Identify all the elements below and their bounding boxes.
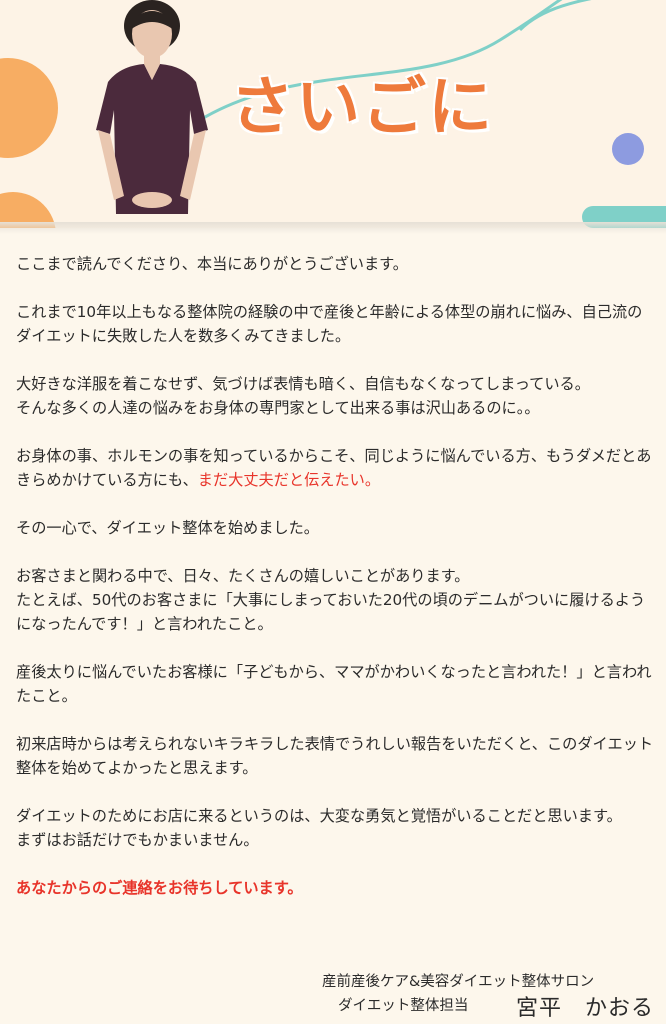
staff-name: 宮平 かおる: [516, 996, 655, 1021]
blue-circle-decoration: [612, 133, 644, 165]
paragraph: 大好きな洋服を着こなせず、気づけば表情も暗く、自信もなくなってしまっている。 そ…: [16, 375, 590, 417]
paragraph: その一心で、ダイエット整体を始めました。: [16, 519, 319, 537]
staff-portrait: [96, 0, 208, 214]
salon-name: 産前産後ケア&美容ダイエット整体サロン: [322, 974, 595, 990]
page-title: さいごに: [230, 71, 494, 145]
highlight-text: まだ大丈夫だと伝えたい。: [197, 471, 381, 489]
header-divider: [0, 222, 666, 234]
closing-message: あなたからのご連絡をお待ちしています。: [16, 879, 303, 897]
paragraph: お身体の事、ホルモンの事を知っているからこそ、同じように悩んでいる方、もうダメだ…: [16, 444, 656, 492]
paragraph: ダイエットのためにお店に来るというのは、大変な勇気と覚悟がいることだと思います。…: [16, 807, 622, 849]
staff-role: ダイエット整体担当: [338, 998, 469, 1014]
header-banner: さいごに: [0, 0, 666, 228]
paragraph: これまで10年以上もなる整体院の経験の中で産後と年齢による体型の崩れに悩み、自己…: [16, 303, 643, 345]
paragraph: お客さまと関わる中で、日々、たくさんの嬉しいことがあります。 たとえば、50代の…: [16, 567, 646, 633]
paragraph: ここまで読んでくださり、本当にありがとうございます。: [16, 255, 408, 273]
message-body: ここまで読んでくださり、本当にありがとうございます。 これまで10年以上もなる整…: [16, 252, 656, 906]
paragraph: 初来店時からは考えられないキラキラした表情でうれしい報告をいただくと、このダイエ…: [16, 735, 654, 777]
paragraph: 産後太りに悩んでいたお客様に「子どもから、ママがかわいくなったと言われた！」と言…: [16, 663, 652, 705]
